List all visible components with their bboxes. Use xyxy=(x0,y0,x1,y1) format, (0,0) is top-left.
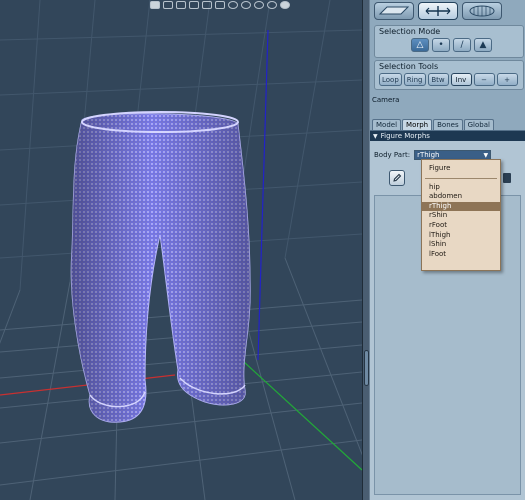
pencil-icon xyxy=(393,173,402,182)
y-axis xyxy=(257,29,269,361)
ring-button[interactable]: Ring xyxy=(403,73,426,86)
globe-icon[interactable] xyxy=(228,1,238,9)
lights-icon[interactable] xyxy=(215,1,225,9)
camera-label: Camera xyxy=(372,96,400,104)
select-point-button[interactable]: • xyxy=(432,38,450,52)
divider-handle[interactable] xyxy=(364,350,369,386)
dropdown-item-lfoot[interactable]: lFoot xyxy=(422,250,500,260)
body-part-value: rThigh xyxy=(417,151,440,159)
dropdown-item-figure[interactable]: Figure xyxy=(422,164,500,174)
dropdown-item-abdomen[interactable]: abdomen xyxy=(422,192,500,202)
panel-divider[interactable] xyxy=(362,0,370,500)
morph-tool-button[interactable] xyxy=(418,2,458,20)
pants-mesh[interactable] xyxy=(70,111,251,423)
between-button[interactable]: Btw xyxy=(427,73,449,86)
dropdown-item-rthigh[interactable]: rThigh xyxy=(422,201,500,212)
globe-icon[interactable] xyxy=(254,1,264,9)
loop-button[interactable]: Loop xyxy=(379,73,402,86)
figure-morphs-title: Figure Morphs xyxy=(380,132,430,140)
flat-mesh-icon xyxy=(378,6,410,15)
select-face-button[interactable]: ▲ xyxy=(474,38,492,52)
dot-icon: • xyxy=(438,40,444,50)
body-part-dropdown[interactable]: Figure hip abdomen rThigh rShin rFoot lT… xyxy=(421,159,501,271)
dropdown-item-rshin[interactable]: rShin xyxy=(422,211,500,221)
edit-morph-button[interactable] xyxy=(389,170,405,186)
body-part-label: Body Part: xyxy=(374,151,411,159)
shrink-selection-button[interactable]: − xyxy=(473,73,495,86)
body-tool-button[interactable] xyxy=(462,2,502,20)
grow-selection-button[interactable]: + xyxy=(496,73,518,86)
dropdown-item-lshin[interactable]: lShin xyxy=(422,240,500,250)
selection-tools-title: Selection Tools xyxy=(379,62,439,71)
dropdown-separator xyxy=(425,177,497,179)
collapse-triangle-icon[interactable]: ▼ xyxy=(373,133,378,140)
3d-viewport[interactable] xyxy=(0,0,362,500)
sphere-icon[interactable] xyxy=(280,1,290,9)
triangle-face-icon: ▲ xyxy=(479,40,487,50)
grid-icon[interactable] xyxy=(176,1,186,9)
tab-global[interactable]: Global xyxy=(463,119,494,130)
triangle-vertex-icon: △ xyxy=(416,40,424,50)
body-mesh-icon xyxy=(469,5,495,17)
dropdown-item-hip[interactable]: hip xyxy=(422,183,500,193)
viewport-toolbar xyxy=(150,0,362,10)
select-edge-button[interactable]: ∕ xyxy=(453,38,471,52)
grid-icon[interactable] xyxy=(163,1,173,9)
edge-icon: ∕ xyxy=(460,40,464,50)
tab-morph[interactable]: Morph xyxy=(402,119,433,130)
mode-tool-row xyxy=(374,2,502,22)
figure-morphs-header[interactable]: ▼ Figure Morphs xyxy=(370,131,525,141)
delete-icon[interactable] xyxy=(503,173,511,183)
mesh-tool-button[interactable] xyxy=(374,2,414,20)
tab-model[interactable]: Model xyxy=(372,119,402,130)
tab-bones[interactable]: Bones xyxy=(433,119,463,130)
chevron-down-icon: ▼ xyxy=(483,151,489,159)
grid-icon[interactable] xyxy=(189,1,199,9)
globe-icon[interactable] xyxy=(267,1,277,9)
selection-mode-group: Selection Mode △ • ∕ ▲ xyxy=(374,25,524,58)
viewport-scene xyxy=(0,0,362,500)
selection-mode-title: Selection Mode xyxy=(379,27,441,36)
invert-button[interactable]: Inv xyxy=(450,73,472,86)
selection-tools-group: Selection Tools Loop Ring Btw Inv − + xyxy=(374,60,524,90)
panel-tabs: Model Morph Bones Global xyxy=(372,119,494,130)
render-icon[interactable] xyxy=(150,1,160,9)
dropdown-item-rfoot[interactable]: rFoot xyxy=(422,221,500,231)
lights-icon[interactable] xyxy=(202,1,212,9)
move-vertices-icon xyxy=(425,6,451,16)
globe-icon[interactable] xyxy=(241,1,251,9)
select-vertex-button[interactable]: △ xyxy=(411,38,429,52)
dropdown-item-lthigh[interactable]: lThigh xyxy=(422,231,500,241)
